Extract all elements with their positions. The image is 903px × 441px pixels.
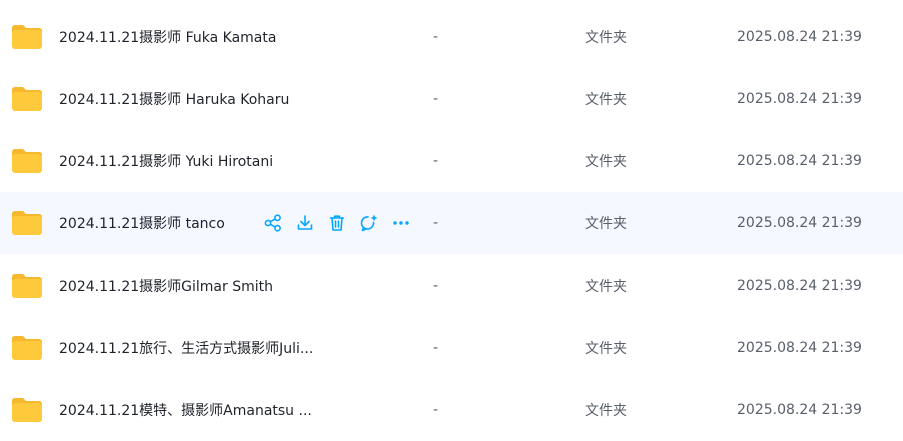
folder-icon xyxy=(12,87,42,111)
file-size: - xyxy=(433,91,439,107)
folder-icon xyxy=(12,211,42,235)
more-icon[interactable] xyxy=(391,213,411,233)
delete-icon[interactable] xyxy=(327,213,347,233)
file-name[interactable]: 2024.11.21旅行、生活方式摄影师Juli... xyxy=(59,338,313,358)
ai-assistant-icon[interactable] xyxy=(359,213,379,233)
file-row[interactable]: 2024.11.21模特、摄影师Amanatsu ... - 文件夹 2025.… xyxy=(0,379,903,441)
file-modified: 2025.08.24 21:39 xyxy=(737,153,862,169)
folder-icon xyxy=(12,336,42,360)
folder-icon xyxy=(12,398,42,422)
file-size: - xyxy=(433,278,439,294)
file-row[interactable]: 2024.11.21旅行、生活方式摄影师Juli... - 文件夹 2025.0… xyxy=(0,317,903,379)
file-name[interactable]: 2024.11.21摄影师 Fuka Kamata xyxy=(59,27,276,47)
file-size: - xyxy=(433,215,439,231)
file-type: 文件夹 xyxy=(585,154,627,170)
file-type: 文件夹 xyxy=(585,92,627,108)
file-type: 文件夹 xyxy=(585,279,627,295)
file-name[interactable]: 2024.11.21摄影师 Yuki Hirotani xyxy=(59,151,273,171)
file-name[interactable]: 2024.11.21模特、摄影师Amanatsu ... xyxy=(59,400,312,420)
file-modified: 2025.08.24 21:39 xyxy=(737,29,862,45)
file-size: - xyxy=(433,340,439,356)
folder-icon xyxy=(12,25,42,49)
file-name[interactable]: 2024.11.21摄影师 Haruka Koharu xyxy=(59,89,289,109)
file-type: 文件夹 xyxy=(585,341,627,357)
file-row-hovered[interactable]: 2024.11.21摄影师 tanco - 文件夹 2025.08.24 21:… xyxy=(0,192,903,254)
folder-icon xyxy=(12,149,42,173)
file-size: - xyxy=(433,29,439,45)
file-modified: 2025.08.24 21:39 xyxy=(737,340,862,356)
file-size: - xyxy=(433,402,439,418)
folder-icon xyxy=(12,274,42,298)
file-row[interactable]: 2024.11.21摄影师Gilmar Smith - 文件夹 2025.08.… xyxy=(0,255,903,317)
file-type: 文件夹 xyxy=(585,30,627,46)
file-type: 文件夹 xyxy=(585,216,627,232)
file-row[interactable]: 2024.11.21摄影师 Fuka Kamata - 文件夹 2025.08.… xyxy=(0,6,903,68)
file-list: 2024.11.21摄影师 Fuka Kamata - 文件夹 2025.08.… xyxy=(0,0,903,441)
file-row[interactable]: 2024.11.21摄影师 Yuki Hirotani - 文件夹 2025.0… xyxy=(0,130,903,192)
row-actions xyxy=(263,213,411,233)
file-size: - xyxy=(433,153,439,169)
file-type: 文件夹 xyxy=(585,403,627,419)
file-name[interactable]: 2024.11.21摄影师 tanco xyxy=(59,213,225,233)
file-modified: 2025.08.24 21:39 xyxy=(737,91,862,107)
file-modified: 2025.08.24 21:39 xyxy=(737,402,862,418)
file-modified: 2025.08.24 21:39 xyxy=(737,215,862,231)
file-row[interactable]: 2024.11.21摄影师 Haruka Koharu - 文件夹 2025.0… xyxy=(0,68,903,130)
file-modified: 2025.08.24 21:39 xyxy=(737,278,862,294)
file-name[interactable]: 2024.11.21摄影师Gilmar Smith xyxy=(59,276,273,296)
share-icon[interactable] xyxy=(263,213,283,233)
download-icon[interactable] xyxy=(295,213,315,233)
